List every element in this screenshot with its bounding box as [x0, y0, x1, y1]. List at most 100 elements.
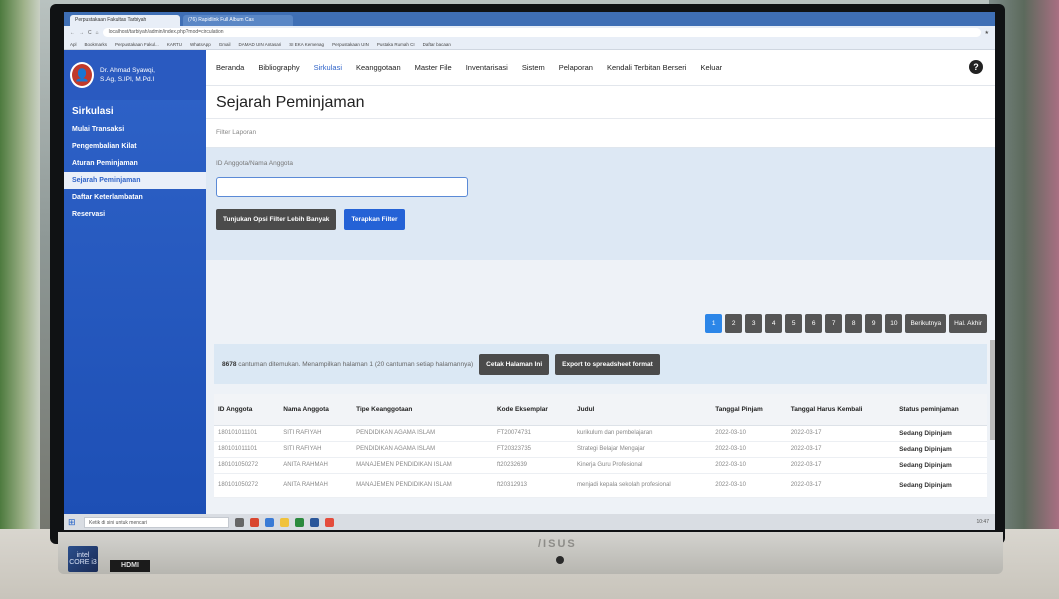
cell: PENDIDIKAN AGAMA ISLAM	[352, 425, 493, 442]
chrome-icon[interactable]	[325, 517, 334, 527]
nav-beranda[interactable]: Beranda	[216, 63, 244, 72]
taskbar-search-input[interactable]: Ketik di sini untuk mencari	[84, 516, 229, 528]
app-icon[interactable]	[265, 517, 274, 527]
page-link[interactable]: 1	[705, 314, 723, 333]
cell: ANITA RAHMAH	[279, 457, 353, 474]
address-bar: ← → C ⌂ localhost/tarbiyah/admin/index.p…	[64, 26, 995, 39]
column-header[interactable]: Tipe Keanggotaan	[352, 394, 493, 426]
table-row: 180101011101 SITI RAFIYAH PENDIDIKAN AGA…	[214, 441, 987, 458]
top-nav: Beranda Bibliography Sirkulasi Keanggota…	[206, 50, 995, 86]
intel-sticker: intel CORE i3	[68, 546, 98, 572]
export-button[interactable]: Export to spreadsheet format	[555, 353, 660, 375]
sidebar-item-aturan-peminjaman[interactable]: Aturan Peminjaman	[64, 155, 206, 172]
column-header[interactable]: Status peminjaman	[895, 394, 987, 426]
more-filter-button[interactable]: Tunjukan Opsi Filter Lebih Banyak	[216, 208, 337, 230]
sidebar-item-mulai-transaksi[interactable]: Mulai Transaksi	[64, 121, 206, 138]
task-view-icon[interactable]	[235, 517, 244, 527]
cell: 2022-03-17	[786, 441, 896, 458]
apply-filter-button[interactable]: Terapkan Filter	[344, 208, 405, 230]
sidebar-title: Sirkulasi	[72, 106, 114, 117]
page-link[interactable]: 4	[765, 314, 783, 333]
column-header[interactable]: Tanggal Pinjam	[711, 394, 787, 426]
column-header[interactable]: Kode Eksemplar	[492, 394, 574, 426]
bookmark-item[interactable]: SI EKA Kemenag	[289, 42, 324, 47]
bookmark-item[interactable]: KARTU	[167, 42, 182, 47]
sidebar-item-pengembalian-kilat[interactable]: Pengembalian Kilat	[64, 138, 206, 155]
column-header[interactable]: Tanggal Harus Kembali	[786, 394, 896, 426]
column-header[interactable]: ID Anggota	[214, 394, 280, 426]
cell: 180101050272	[214, 457, 280, 474]
cell: 180101011101	[214, 425, 280, 442]
cell: FT20074731	[492, 425, 574, 442]
back-icon[interactable]: ←	[70, 30, 75, 36]
sidebar-item-sejarah-peminjaman[interactable]: Sejarah Peminjaman	[64, 172, 206, 189]
monitor-chin: /ISUS	[58, 532, 1003, 574]
windows-start-icon[interactable]: ⊞	[68, 517, 78, 527]
nav-keluar[interactable]: Keluar	[700, 63, 722, 72]
page-link[interactable]: 8	[845, 314, 863, 333]
page-link[interactable]: 10	[885, 314, 903, 333]
bookmark-item[interactable]: DAMAD UIN Antasari	[239, 42, 282, 47]
table-row: 180101011101 SITI RAFIYAH PENDIDIKAN AGA…	[214, 425, 987, 442]
browser-tab[interactable]: Perpustakaan Fakultas Tarbiyah	[70, 15, 180, 26]
cell: MANAJEMEN PENDIDIKAN ISLAM	[352, 457, 493, 474]
background-shelf	[0, 0, 40, 599]
app-icon[interactable]	[295, 517, 304, 527]
nav-sirkulasi[interactable]: Sirkulasi	[314, 63, 342, 72]
app: 👤 Dr. Ahmad Syawqi, S.Ag, S.IPI, M.Pd.I …	[64, 50, 995, 514]
page-link[interactable]: 2	[725, 314, 743, 333]
user-profile: 👤 Dr. Ahmad Syawqi, S.Ag, S.IPI, M.Pd.I	[64, 50, 206, 100]
nav-pelaporan[interactable]: Pelaporan	[559, 63, 593, 72]
hdmi-sticker: HDMI	[110, 560, 150, 572]
status-cell: Sedang Dipinjam	[895, 425, 987, 442]
nav-sistem[interactable]: Sistem	[522, 63, 545, 72]
cell: 2022-03-10	[711, 473, 787, 498]
page-link[interactable]: 3	[745, 314, 763, 333]
cell: Strategi Belajar Mengajar	[573, 441, 712, 458]
url-input[interactable]: localhost/tarbiyah/admin/index.php?mod=c…	[102, 28, 981, 37]
nav-inventarisasi[interactable]: Inventarisasi	[466, 63, 508, 72]
print-page-button[interactable]: Cetak Halaman Ini	[479, 353, 550, 375]
cell: 2022-03-17	[786, 425, 896, 442]
nav-keanggotaan[interactable]: Keanggotaan	[356, 63, 401, 72]
scrollbar[interactable]	[990, 340, 995, 440]
nav-kendali-terbitan[interactable]: Kendali Terbitan Berseri	[607, 63, 687, 72]
nav-master-file[interactable]: Master File	[415, 63, 452, 72]
cell: SITI RAFIYAH	[279, 425, 353, 442]
help-icon[interactable]: ?	[969, 60, 983, 74]
bookmark-item[interactable]: Gmail	[219, 42, 231, 47]
column-header[interactable]: Judul	[573, 394, 712, 426]
bookmark-item[interactable]: Pustaka Rumah CI	[377, 42, 415, 47]
cell: 180101011101	[214, 441, 280, 458]
nav-bibliography[interactable]: Bibliography	[258, 63, 299, 72]
word-icon[interactable]	[310, 517, 319, 527]
taskbar: ⊞ Ketik di sini untuk mencari 10:47	[64, 514, 995, 530]
page-link[interactable]: 5	[785, 314, 803, 333]
bookmark-item[interactable]: Apl	[70, 42, 77, 47]
bookmark-item[interactable]: Bookmarks	[85, 42, 108, 47]
page-link[interactable]: 9	[865, 314, 883, 333]
bookmark-item[interactable]: Perpustakaan UIN	[332, 42, 369, 47]
folder-icon[interactable]	[280, 517, 289, 527]
next-page-link[interactable]: Berikutnya	[905, 314, 947, 333]
reload-icon[interactable]: C	[88, 30, 92, 36]
sidebar-item-reservasi[interactable]: Reservasi	[64, 206, 206, 223]
page-link[interactable]: 6	[805, 314, 823, 333]
member-search-input[interactable]	[216, 176, 468, 197]
bookmarks-bar: Apl Bookmarks Perpustakaan Fakul... KART…	[64, 39, 995, 50]
app-icon[interactable]	[250, 517, 259, 527]
forward-icon[interactable]: →	[79, 30, 84, 36]
page-link[interactable]: 7	[825, 314, 843, 333]
last-page-link[interactable]: Hal. Akhir	[949, 314, 987, 333]
column-header[interactable]: Nama Anggota	[279, 394, 353, 426]
bookmark-item[interactable]: Perpustakaan Fakul...	[115, 42, 159, 47]
sidebar-item-daftar-keterlambatan[interactable]: Daftar Keterlambatan	[64, 189, 206, 206]
bookmark-item[interactable]: WhatsApp	[190, 42, 211, 47]
star-icon[interactable]: ★	[985, 30, 989, 36]
home-icon[interactable]: ⌂	[96, 30, 99, 36]
bookmark-item[interactable]: Daftar bacaan	[423, 42, 451, 47]
user-title: S.Ag, S.IPI, M.Pd.I	[100, 76, 155, 83]
browser-tab[interactable]: (76) Rapidlink Full Album Cas	[183, 15, 293, 26]
system-clock[interactable]: 10:47	[976, 519, 995, 525]
webcam-dot	[556, 556, 564, 564]
